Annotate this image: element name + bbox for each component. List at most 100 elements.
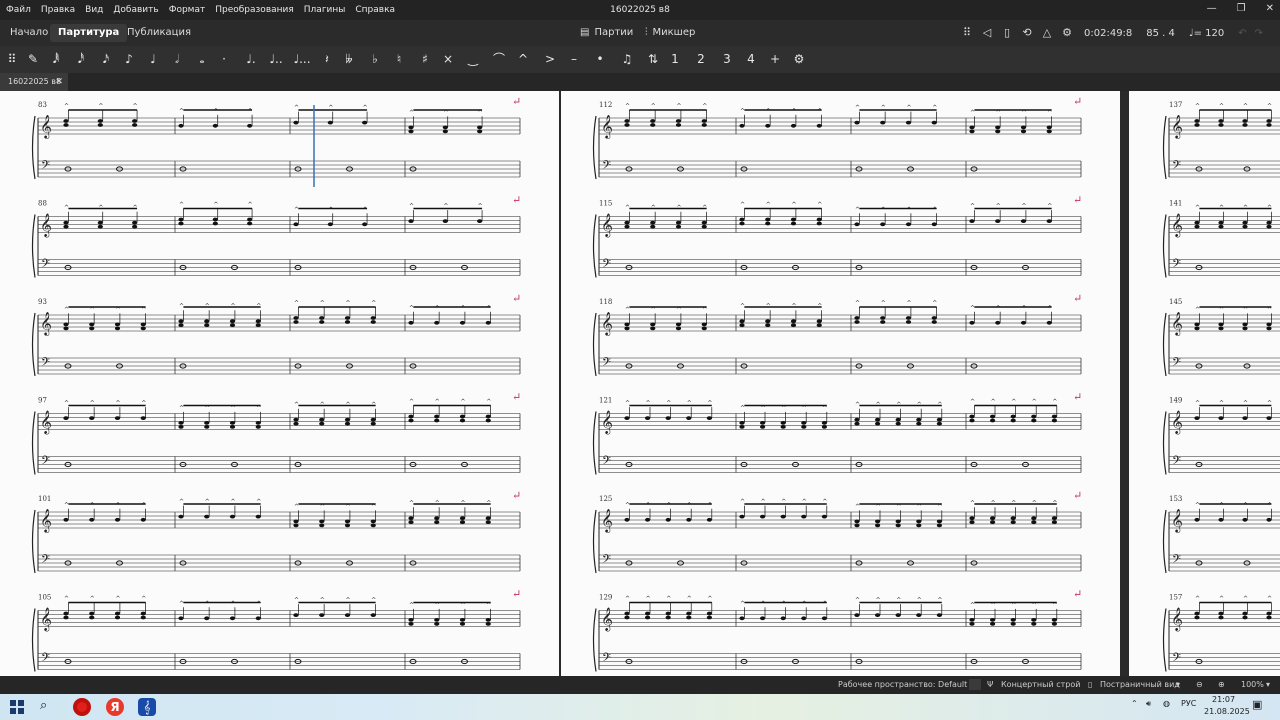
note-head [995, 320, 1001, 325]
mixer-button[interactable]: ⫶ Микшер [645, 24, 695, 42]
loop-icon[interactable]: ⟲ [1020, 26, 1034, 40]
voice-4-icon[interactable]: 4 [742, 51, 760, 68]
eighth-icon[interactable]: ♪ [120, 51, 138, 68]
score-canvas[interactable]: 𝄞 𝄢 83 ^ ^ ^ ^ ^ ^ ^ ^ ^ ^ ^ ^ ↵ 𝄞 𝄢 88 ^ ^ ^ ^ ^ ^ ^ ^ ^ ^ ^ ^ ↵ 𝄞 𝄢 93 ^ ^… [0, 91, 1280, 676]
musescore-app-icon[interactable]: 𝄞 [138, 698, 156, 716]
voice-2-icon[interactable]: 2 [692, 51, 710, 68]
yandex-browser-icon[interactable]: Я [106, 698, 124, 716]
sixteenth-icon[interactable]: 𝅘𝅥𝅯 [97, 51, 115, 68]
tab-score[interactable]: Партитура [50, 24, 128, 42]
zoom-out-icon[interactable]: ⊖ [1196, 680, 1203, 689]
tray-chevron-icon[interactable]: ⌃ [1131, 699, 1138, 708]
minimize-icon[interactable]: — [1207, 3, 1217, 14]
clock-date[interactable]: 21.08.2025 [1204, 707, 1250, 716]
customize-icon[interactable]: ⚙ [790, 51, 808, 68]
whole-icon[interactable]: 𝅝 [193, 51, 211, 68]
voice-1-icon[interactable]: 1 [666, 51, 684, 68]
thirty-second-icon[interactable]: 𝅘𝅥𝅰 [72, 51, 90, 68]
tuplet-icon[interactable]: ♫ [618, 51, 636, 68]
drag-handle-icon[interactable]: ⠿ [960, 26, 974, 40]
tab-publish[interactable]: Публикация [119, 24, 199, 42]
menu-help[interactable]: Справка [350, 5, 400, 15]
workspace-label[interactable]: Рабочее пространство: Default [838, 680, 967, 689]
search-icon[interactable]: ⌕ [40, 698, 47, 713]
document-tab[interactable]: 16022025 в8 ✕ [0, 73, 68, 91]
treble-clef: 𝄞 [601, 508, 613, 533]
slur-icon[interactable]: ⌒ [490, 51, 508, 68]
play-icon[interactable]: ▯ [1000, 26, 1014, 40]
score-page-2[interactable]: 𝄞 𝄢 112 ^ ^ ^ ^ ^ ^ ^ ^ ^ ^ ^ ^ ^ ^ ^ ^ ↵ 𝄞 𝄢 115 ^ ^ ^ ^ ^ ^ ^ ^ ^ ^ ^ ^ ^… [561, 91, 1120, 676]
half-icon[interactable]: 𝅗𝅥 [168, 51, 186, 68]
clock-time[interactable]: 21:07 [1212, 695, 1235, 704]
tab-home[interactable]: Начало [2, 24, 56, 42]
input-mode-icon[interactable]: ⠿ [3, 51, 21, 68]
note-head [624, 123, 630, 127]
staccato-mark: ^ [179, 303, 184, 310]
pen-icon[interactable]: ✎ [24, 51, 42, 68]
accent-icon[interactable]: > [541, 51, 559, 68]
voice-3-icon[interactable]: 3 [718, 51, 736, 68]
metronome-icon[interactable]: △ [1040, 26, 1054, 40]
double-dot-icon[interactable]: ♩. [242, 51, 260, 68]
sixty-fourth-icon[interactable]: 𝅘𝅥𝅱 [47, 51, 65, 68]
menu-view[interactable]: Вид [80, 5, 108, 15]
menu-format[interactable]: Формат [164, 5, 211, 15]
marcato-icon[interactable]: ^ [514, 51, 532, 68]
quarter-icon[interactable]: ♩ [144, 51, 162, 68]
score-page-1[interactable]: 𝄞 𝄢 83 ^ ^ ^ ^ ^ ^ ^ ^ ^ ^ ^ ^ ↵ 𝄞 𝄢 88 ^ ^ ^ ^ ^ ^ ^ ^ ^ ^ ^ ^ ↵ 𝄞 𝄢 93 ^ ^… [0, 91, 559, 676]
sharp-icon[interactable]: ♯ [416, 51, 434, 68]
parts-button[interactable]: ▤ Партии [580, 24, 633, 42]
note-head [97, 220, 103, 225]
zoom-chevron-icon[interactable]: ▾ [1266, 680, 1270, 689]
flip-icon[interactable]: ⇅ [644, 51, 662, 68]
maximize-icon[interactable]: ❐ [1237, 3, 1246, 14]
menu-bar: Файл Правка Вид Добавить Формат Преобраз… [0, 0, 1280, 20]
rest-icon[interactable]: 𝄽 [318, 51, 336, 68]
score-page-3[interactable]: 𝄞𝄢137^^^^↵𝄞𝄢141^^^^↵𝄞𝄢145^^^^↵𝄞𝄢149^^^^↵… [1129, 91, 1280, 676]
note-head [293, 613, 299, 617]
staccato-mark: ^ [970, 203, 975, 210]
triple-dot-icon[interactable]: ♩.. [267, 51, 285, 68]
menu-tools[interactable]: Преобразования [210, 5, 299, 15]
close-icon[interactable]: ✕ [1266, 3, 1274, 14]
menu-edit[interactable]: Правка [36, 5, 80, 15]
tie-icon[interactable]: ‿ [464, 51, 482, 68]
windows-start-icon[interactable] [10, 700, 24, 714]
note-head [362, 120, 368, 125]
dot-icon[interactable]: · [215, 51, 233, 68]
opera-browser-icon[interactable] [73, 698, 91, 716]
close-tab-icon[interactable]: ✕ [55, 73, 63, 91]
menu-file[interactable]: Файл [0, 5, 36, 15]
tenuto-icon[interactable]: – [565, 51, 583, 68]
menu-plugins[interactable]: Плагины [299, 5, 351, 15]
staccato-icon[interactable]: • [591, 51, 609, 68]
note-head [140, 326, 146, 331]
concert-pitch-label[interactable]: Концертный строй [1001, 680, 1080, 689]
line-break-icon: ↵ [512, 292, 521, 305]
staccato-mark: ^ [248, 108, 253, 115]
language-indicator[interactable]: РУС [1181, 699, 1196, 708]
double-flat-icon[interactable]: 𝄫 [340, 51, 358, 68]
note-head [434, 622, 440, 626]
staccato-mark: ^ [1195, 400, 1200, 407]
note-head [293, 316, 299, 320]
rewind-icon[interactable]: ◁ [980, 26, 994, 40]
add-icon[interactable]: + [766, 51, 784, 68]
double-sharp-icon[interactable]: × [439, 51, 457, 68]
concert-pitch-checkbox[interactable] [969, 679, 981, 690]
globe-icon[interactable]: ◍ [1163, 699, 1170, 708]
chevron-down-icon[interactable]: ▾ [1176, 680, 1180, 689]
natural-icon[interactable]: ♮ [390, 51, 408, 68]
note-head [408, 125, 414, 130]
playback-settings-icon[interactable]: ⚙ [1060, 26, 1074, 40]
speaker-icon[interactable]: 🔊︎ [1146, 699, 1151, 709]
flat-icon[interactable]: ♭ [366, 51, 384, 68]
quadruple-dot-icon[interactable]: ♩... [293, 51, 311, 68]
menu-add[interactable]: Добавить [108, 5, 163, 15]
undo-icon[interactable]: ↶ [1238, 28, 1246, 39]
zoom-level[interactable]: 100% [1241, 680, 1264, 689]
zoom-in-icon[interactable]: ⊕ [1218, 680, 1225, 689]
redo-icon[interactable]: ↷ [1255, 28, 1263, 39]
view-mode-dropdown[interactable]: Постраничный вид [1100, 680, 1180, 689]
notification-icon[interactable]: ▣ [1252, 698, 1262, 711]
